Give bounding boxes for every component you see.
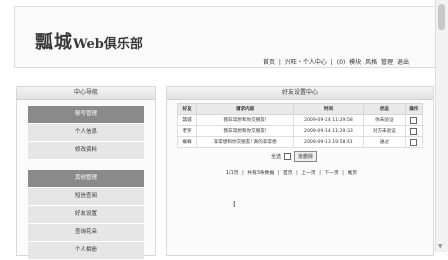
column-header-friend: 好友 bbox=[176, 103, 198, 115]
pager-separator: | bbox=[342, 171, 344, 176]
nav-manage-link[interactable]: 管理 bbox=[381, 59, 393, 66]
cell-action bbox=[404, 114, 424, 126]
nav-style-link[interactable]: 风格 bbox=[365, 59, 377, 66]
main-panel-title: 好友设置中心 bbox=[167, 87, 433, 100]
site-logo: 瓢城Web俱乐部 bbox=[35, 28, 143, 54]
cell-request-message[interactable]: 非常想和你交朋友! 真的非常想 bbox=[196, 136, 294, 148]
scroll-down-arrow-icon[interactable]: ▼ bbox=[438, 243, 443, 250]
pager-total-count: 共有3条数据 bbox=[247, 171, 275, 176]
sidebar: 中心导航 账号管理 个人信息 修改资料 其他管理 短信查阅 好友设置 查询花朵 … bbox=[16, 86, 156, 260]
nav-separator: | bbox=[330, 59, 333, 66]
sidebar-item-edit-profile[interactable]: 修改资料 bbox=[28, 142, 144, 160]
nav-home-link[interactable]: 首页 bbox=[263, 59, 275, 66]
column-header-request: 请求内容 bbox=[196, 103, 294, 115]
pager-next-link[interactable]: 下一页 bbox=[324, 171, 338, 176]
sidebar-item-photo-album[interactable]: 个人相册 bbox=[28, 242, 144, 260]
sidebar-item-messages[interactable]: 短信查阅 bbox=[28, 188, 144, 206]
bulk-actions: 全选 批删除 bbox=[271, 151, 318, 162]
nav-separator: | bbox=[278, 59, 281, 66]
row-select-checkbox[interactable] bbox=[410, 116, 418, 124]
nav-message-count[interactable]: (0) bbox=[337, 59, 346, 66]
row-select-checkbox[interactable] bbox=[410, 127, 418, 135]
table-row: 蜘蛛 非常想和你交朋友! 真的非常想 2009-09-13 19:58:41 通… bbox=[176, 136, 424, 148]
sidebar-group-account: 账号管理 个人信息 修改资料 bbox=[28, 106, 144, 160]
table-header-row: 好友 请求内容 时间 状态 操作 bbox=[176, 103, 424, 115]
sidebar-item-other-manage[interactable]: 其他管理 bbox=[28, 170, 144, 188]
column-header-time: 时间 bbox=[292, 103, 365, 115]
cell-status: 通过 bbox=[363, 136, 406, 148]
pager-prev-link[interactable]: 上一页 bbox=[301, 171, 315, 176]
cell-action bbox=[404, 125, 424, 137]
cell-time: 2009-09-13 19:58:41 bbox=[292, 136, 365, 148]
table-row: 瓢城 我非常想和你交朋友! 2009-09-14 11:29:58 你未验证 bbox=[176, 114, 424, 126]
logo-sub-text: Web俱乐部 bbox=[73, 37, 143, 52]
pager-separator: | bbox=[296, 171, 298, 176]
cell-friend[interactable]: 蜘蛛 bbox=[176, 136, 198, 148]
sidebar-item-personal-info[interactable]: 个人信息 bbox=[28, 124, 144, 142]
row-select-checkbox[interactable] bbox=[410, 138, 418, 146]
pager-page-info: 1/1页 bbox=[226, 171, 239, 176]
pager-first-link[interactable]: 首页 bbox=[283, 171, 293, 176]
friend-request-table: 好友 请求内容 时间 状态 操作 瓢城 我非常想和你交朋友! 2009-09-1… bbox=[176, 103, 424, 148]
cell-status: 对方未验证 bbox=[363, 125, 406, 137]
logo-main-text: 瓢城 bbox=[35, 32, 73, 53]
sidebar-item-flowers[interactable]: 查询花朵 bbox=[28, 224, 144, 242]
nav-module-link[interactable]: 模块 bbox=[349, 59, 361, 66]
column-header-status: 状态 bbox=[363, 103, 406, 115]
select-all-label: 全选 bbox=[271, 154, 282, 160]
select-all-checkbox[interactable] bbox=[284, 153, 292, 160]
sidebar-title: 中心导航 bbox=[17, 87, 155, 100]
sidebar-item-account-manage[interactable]: 账号管理 bbox=[28, 106, 144, 124]
batch-delete-button[interactable]: 批删除 bbox=[294, 151, 318, 162]
site-header: 瓢城Web俱乐部 首页 | 兴旺・个人中心 | (0) 模块 风格 管理 退出 bbox=[14, 6, 436, 68]
pager-last-link[interactable]: 尾页 bbox=[347, 171, 357, 176]
sidebar-group-other: 其他管理 短信查阅 好友设置 查询花朵 个人相册 bbox=[28, 170, 144, 260]
text-cursor-icon: I bbox=[233, 200, 236, 209]
scrollbar-thumb[interactable] bbox=[438, 4, 445, 30]
sidebar-item-friend-settings[interactable]: 好友设置 bbox=[28, 206, 144, 224]
table-row: 老罗 我非常想和你交朋友! 2009-09-14 11:29:33 对方未验证 bbox=[176, 125, 424, 137]
nav-logout-link[interactable]: 退出 bbox=[397, 59, 409, 66]
pager-separator: | bbox=[242, 171, 244, 176]
cell-status[interactable]: 你未验证 bbox=[363, 114, 406, 126]
top-navigation: 首页 | 兴旺・个人中心 | (0) 模块 风格 管理 退出 bbox=[261, 57, 409, 66]
cell-friend[interactable]: 老罗 bbox=[176, 125, 198, 137]
pager-separator: | bbox=[319, 171, 321, 176]
main-panel: 好友设置中心 好友 请求内容 时间 状态 操作 瓢城 我非常想和你交朋友! 20… bbox=[166, 86, 434, 256]
nav-personal-center-link[interactable]: 兴旺・个人中心 bbox=[285, 59, 327, 66]
cell-request-message[interactable]: 我非常想和你交朋友! bbox=[196, 125, 294, 137]
pager-separator: | bbox=[277, 171, 280, 176]
cell-request-message[interactable]: 我非常想和你交朋友! bbox=[196, 114, 294, 126]
cell-time: 2009-09-14 11:29:33 bbox=[292, 125, 365, 137]
column-header-action: 操作 bbox=[404, 103, 424, 115]
vertical-scrollbar[interactable]: ▼ bbox=[435, 0, 448, 252]
cell-action bbox=[404, 136, 424, 148]
pagination: 1/1页 | 共有3条数据 | 首页 | 上一页 | 下一页 | 尾页 bbox=[225, 169, 358, 176]
cell-time: 2009-09-14 11:29:58 bbox=[292, 114, 365, 126]
cell-friend[interactable]: 瓢城 bbox=[176, 114, 198, 126]
